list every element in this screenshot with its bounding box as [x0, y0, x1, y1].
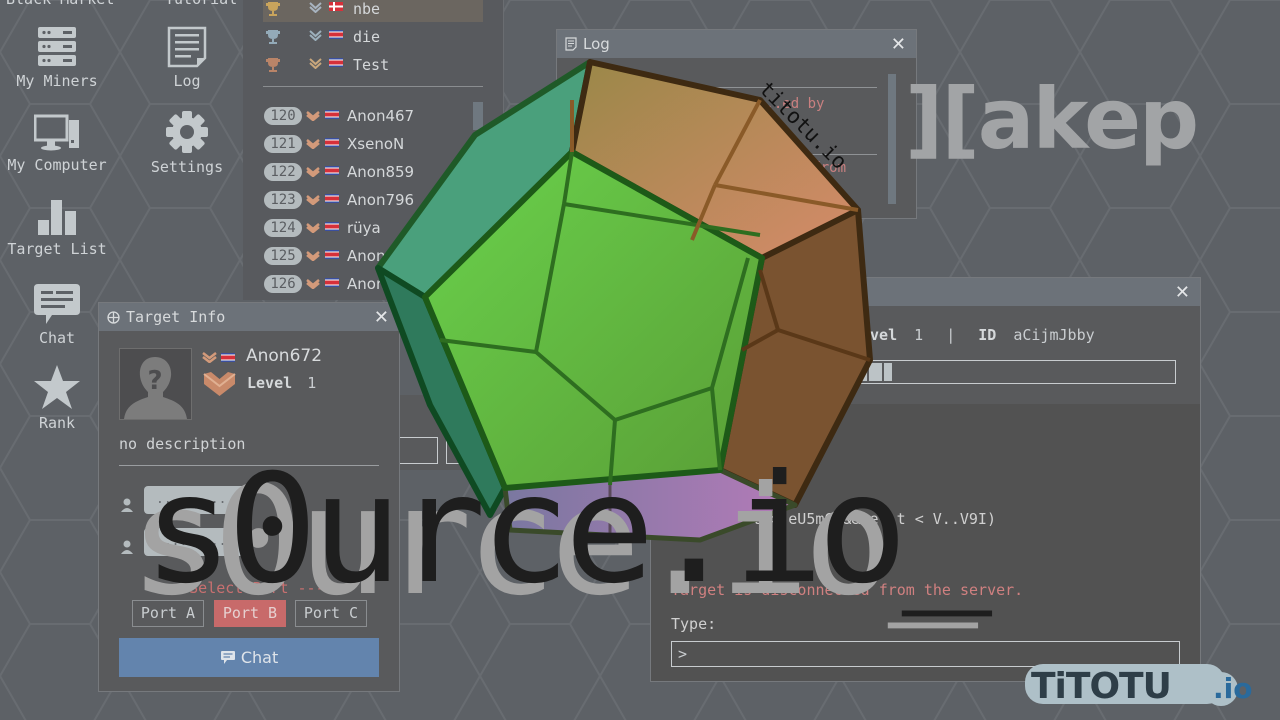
log-titlebar[interactable]: Log	[557, 30, 916, 58]
rank-badge-icon	[306, 279, 320, 289]
type-label: Type:	[671, 615, 717, 633]
logo-suffix: .io	[1213, 672, 1252, 705]
flag-icon	[221, 353, 235, 362]
rank-position: 121	[264, 135, 302, 153]
flag-icon	[325, 278, 339, 287]
flag-icon	[329, 30, 343, 39]
avatar: ?	[119, 348, 192, 420]
rank-position: 120	[264, 107, 302, 125]
gold-trophy-icon	[266, 2, 280, 16]
target-username: Anon672	[246, 346, 323, 366]
flag-icon	[325, 166, 339, 175]
logo-text: TiTOTU	[1031, 666, 1171, 707]
flag-icon	[325, 138, 339, 147]
rank-username: nbe	[353, 0, 381, 18]
chat-icon	[220, 651, 235, 664]
close-icon[interactable]: ✕	[1175, 282, 1190, 303]
target-level: Level 1	[247, 374, 316, 392]
level-badge-icon	[203, 372, 236, 396]
unknown-user-icon: ?	[124, 357, 187, 419]
user-icon	[121, 498, 133, 512]
bar-chart-icon	[38, 200, 76, 235]
rank-top-item[interactable]: die	[263, 26, 483, 50]
crosshair-icon	[107, 310, 120, 324]
star-icon	[34, 365, 80, 409]
meta-separator: |	[946, 326, 956, 344]
id-label: ID	[978, 326, 997, 344]
flag-icon	[329, 2, 343, 11]
computer-icon	[34, 114, 79, 151]
titotu-logo: TiTOTU .io	[1025, 662, 1273, 712]
desktop-label-tutorial[interactable]: Tutorial	[165, 0, 237, 8]
user-icon	[121, 540, 133, 554]
level-value: 1	[307, 374, 317, 392]
level-value: 1	[914, 326, 924, 344]
bronze-trophy-icon	[266, 58, 280, 72]
chat-button-label: Chat	[240, 648, 279, 667]
log-title: Log	[583, 35, 610, 53]
server-icon	[38, 27, 76, 66]
game-title: s0urce.io_	[143, 443, 992, 617]
flag-icon	[325, 110, 339, 119]
flag-icon	[325, 250, 339, 259]
rank-position: 126	[264, 275, 302, 293]
desktop-icon-label: Target List	[7, 240, 107, 258]
desktop-icon-label: My Computer	[7, 156, 107, 174]
flag-icon	[325, 194, 339, 203]
rank-badge-icon	[306, 139, 320, 149]
desktop-icon-label: Chat	[38, 329, 76, 347]
desktop-icon-label: Log	[173, 72, 201, 90]
flag-icon	[325, 222, 339, 231]
rank-badge-icon	[306, 195, 320, 205]
svg-text:?: ?	[147, 366, 162, 396]
rank-badge-icon	[306, 167, 320, 177]
rank-username: die	[353, 28, 381, 46]
desktop-label-black-market[interactable]: Black Market	[6, 0, 114, 8]
desktop-icon-label: My Miners	[16, 72, 98, 90]
id-value: aCijmJbby	[1013, 326, 1095, 344]
chat-icon	[34, 284, 80, 324]
target-info-title: Target Info	[126, 308, 226, 326]
rank-position: 123	[264, 191, 302, 209]
desktop-icon-target-list[interactable]: Target List	[0, 198, 117, 258]
silver-trophy-icon	[266, 30, 280, 44]
chat-button[interactable]: Chat	[119, 638, 379, 677]
document-icon	[565, 37, 577, 51]
desktop-icon-my-miners[interactable]: My Miners	[0, 26, 117, 90]
rank-top-item[interactable]: nbe	[263, 0, 483, 22]
rank-position: 124	[264, 219, 302, 237]
desktop-icon-label: Settings	[150, 158, 224, 176]
level-label: Level	[247, 374, 293, 392]
input-prompt: >	[678, 645, 688, 663]
desktop-icon-log[interactable]: Log	[127, 26, 247, 90]
desktop-icon-my-computer[interactable]: My Computer	[0, 114, 117, 174]
rank-badge-icon	[306, 223, 320, 233]
rank-badge-icon	[309, 2, 322, 13]
rank-position: 125	[264, 247, 302, 265]
target-info-titlebar[interactable]: Target Info	[99, 303, 399, 331]
close-icon[interactable]: ✕	[891, 34, 906, 55]
flag-icon	[329, 58, 343, 67]
rank-badge-icon	[309, 58, 322, 69]
log-scrollbar[interactable]	[888, 74, 896, 204]
desktop-icon-label: Rank	[38, 414, 76, 432]
gear-icon	[166, 111, 208, 153]
rank-position: 122	[264, 163, 302, 181]
rank-badge-icon	[306, 111, 320, 121]
rank-badge-icon	[306, 251, 320, 261]
rank-badge-icon	[202, 352, 217, 363]
hakep-watermark: ][akep	[905, 70, 1199, 168]
rank-badge-icon	[309, 30, 322, 41]
target-meta: evel 1 | ID aCijmJbby	[861, 326, 1095, 344]
desktop-icon-settings[interactable]: Settings	[127, 110, 247, 176]
document-icon	[167, 26, 207, 68]
